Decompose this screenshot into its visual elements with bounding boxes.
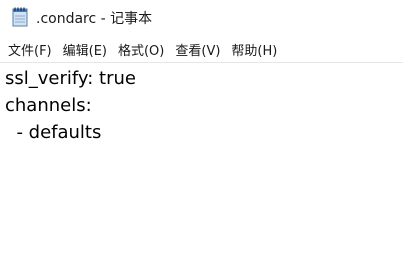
editor-content[interactable]: ssl_verify: true channels: - defaults bbox=[0, 63, 403, 146]
text-editor[interactable]: ssl_verify: true channels: - defaults bbox=[0, 62, 403, 272]
menu-format[interactable]: 格式(O) bbox=[118, 40, 164, 59]
menu-bar: 文件(F) 编辑(E) 格式(O) 查看(V) 帮助(H) bbox=[0, 38, 403, 60]
window-title: .condarc - 记事本 bbox=[36, 11, 153, 27]
menu-file[interactable]: 文件(F) bbox=[8, 40, 52, 59]
notepad-icon bbox=[12, 7, 28, 27]
title-bar[interactable]: .condarc - 记事本 bbox=[0, 0, 403, 34]
editor-line: - defaults bbox=[5, 122, 102, 143]
notepad-window: .condarc - 记事本 文件(F) 编辑(E) 格式(O) 查看(V) 帮… bbox=[0, 0, 403, 272]
menu-view[interactable]: 查看(V) bbox=[175, 40, 220, 59]
menu-edit[interactable]: 编辑(E) bbox=[63, 40, 107, 59]
editor-line: channels: bbox=[5, 95, 92, 116]
menu-help[interactable]: 帮助(H) bbox=[231, 40, 277, 59]
editor-line: ssl_verify: true bbox=[5, 68, 136, 89]
